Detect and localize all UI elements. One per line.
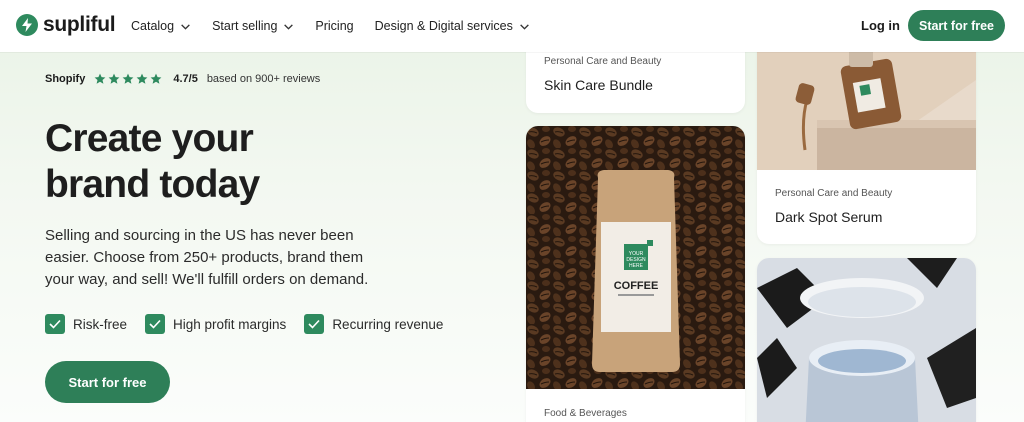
nav-design-services-label: Design & Digital services	[374, 19, 513, 33]
lightning-bolt-icon	[16, 14, 38, 36]
benefit-item: Risk-free	[45, 314, 127, 334]
star-icon	[150, 73, 162, 84]
star-icon	[122, 73, 134, 84]
benefit-label: Recurring revenue	[332, 316, 444, 332]
page-title: Create your brand today	[45, 116, 445, 208]
card-category: Food & Beverages	[544, 408, 627, 419]
serum-product-image	[757, 40, 976, 170]
check-icon	[304, 314, 325, 334]
nav-pricing[interactable]: Pricing	[315, 19, 353, 33]
check-icon	[45, 314, 65, 334]
title-line-2: brand today	[45, 163, 260, 206]
product-card-coffee[interactable]: YOUR DESIGN HERE COFFEE Food & Beverages	[526, 126, 745, 422]
card-title: Skin Care Bundle	[544, 77, 653, 93]
package-label-3: HERE	[629, 263, 644, 269]
rating-reviews: based on 900+ reviews	[206, 73, 321, 85]
benefit-item: High profit margins	[145, 314, 286, 334]
card-category: Personal Care and Beauty	[775, 188, 893, 199]
hero-start-free-button[interactable]: Start for free	[45, 361, 170, 403]
title-line-1: Create your	[45, 117, 254, 160]
chevron-down-icon	[520, 23, 529, 30]
rating-summary: Shopify 4.7/5 based on 900+ reviews	[45, 73, 320, 85]
card-title: Dark Spot Serum	[775, 209, 883, 225]
login-link[interactable]: Log in	[861, 18, 900, 33]
top-nav: supliful Catalog Start selling Pricing D…	[0, 0, 1024, 52]
benefit-item: Recurring revenue	[304, 314, 443, 334]
product-card-jar[interactable]	[757, 258, 976, 422]
star-icon	[108, 73, 120, 84]
logo[interactable]: supliful	[16, 13, 116, 37]
star-icon	[94, 73, 106, 84]
nav-catalog[interactable]: Catalog	[131, 19, 191, 33]
rating-score: 4.7/5	[173, 73, 198, 85]
star-icon	[136, 73, 148, 84]
rating-stars	[94, 73, 164, 85]
product-card-dark-spot-serum[interactable]: Personal Care and Beauty Dark Spot Serum	[757, 40, 976, 244]
nav-pricing-label: Pricing	[315, 19, 354, 33]
check-icon	[145, 314, 166, 334]
chevron-down-icon	[181, 23, 190, 30]
card-category: Personal Care and Beauty	[544, 56, 662, 67]
chevron-down-icon	[284, 23, 294, 30]
nav-design-services[interactable]: Design & Digital services	[375, 19, 530, 33]
nav-start-selling-label: Start selling	[212, 19, 278, 33]
rating-platform: Shopify	[45, 73, 86, 85]
nav-start-selling[interactable]: Start selling	[212, 19, 294, 33]
package-name: COFFEE	[614, 280, 659, 292]
hero-subtitle: Selling and sourcing in the US has never…	[45, 227, 369, 288]
main-menu: Catalog Start selling Pricing Design & D…	[131, 0, 551, 52]
nav-start-free-button[interactable]: Start for free	[908, 10, 1005, 41]
brand-name: supliful	[43, 13, 116, 36]
benefit-label: High profit margins	[173, 316, 287, 332]
benefit-label: Risk-free	[73, 316, 128, 332]
nav-catalog-label: Catalog	[131, 19, 175, 33]
benefits-list: Risk-free High profit margins Recurring …	[45, 314, 461, 334]
jar-product-image	[757, 258, 976, 422]
coffee-product-image: YOUR DESIGN HERE COFFEE	[526, 126, 745, 389]
